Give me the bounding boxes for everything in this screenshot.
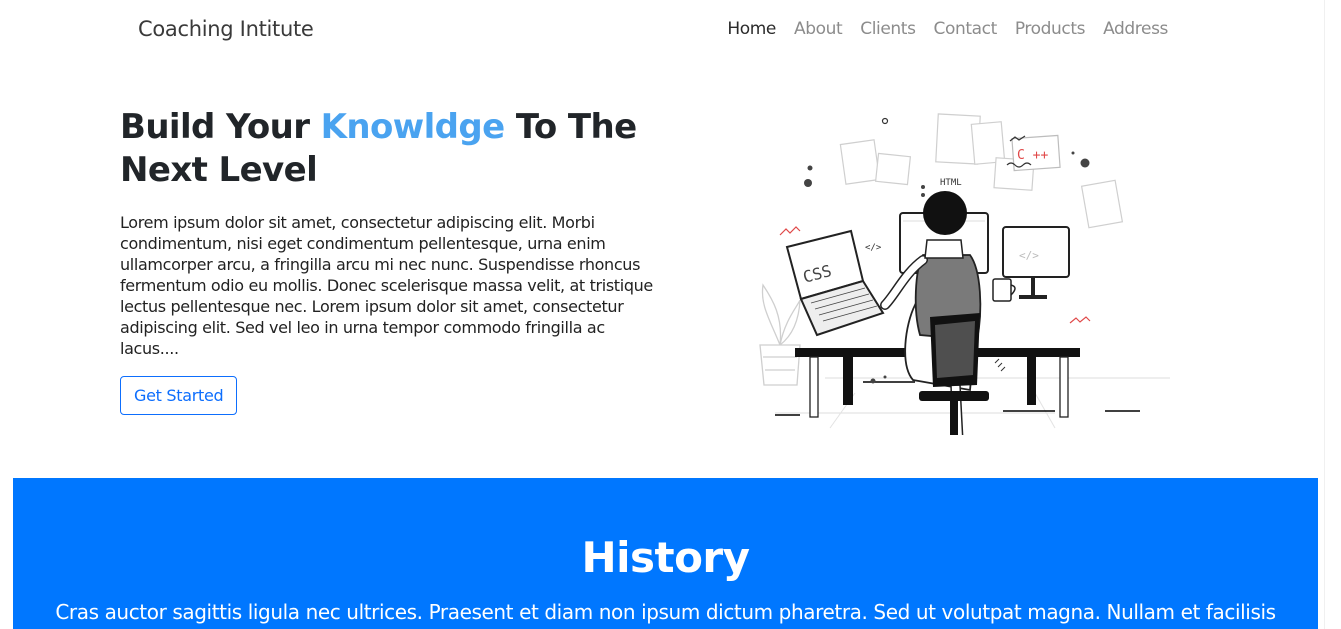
code-tag-label-alt: </>: [1019, 249, 1039, 262]
history-title: History: [581, 533, 750, 582]
hero-description: Lorem ipsum dolor sit amet, consectetur …: [120, 213, 653, 358]
brand-logo[interactable]: Coaching Intitute: [138, 17, 314, 41]
paper-notes: [839, 113, 1124, 229]
navbar: Coaching Intitute Home About Clients Con…: [0, 0, 1324, 60]
hero-title: Build Your Knowldge To The Next Level: [120, 106, 660, 192]
note-cpp-label: C ++: [1017, 148, 1048, 163]
history-text: Cras auctor sagittis ligula nec ultrices…: [55, 600, 1276, 624]
hero-title-part1: Build Your: [120, 107, 321, 147]
page-scrollbar[interactable]: [1324, 0, 1341, 629]
nav-link-products[interactable]: Products: [1015, 19, 1086, 39]
hero-section: Build Your Knowldge To The Next Level Lo…: [0, 60, 1324, 478]
hero-title-accent: Knowldge: [320, 107, 506, 147]
nav-link-contact[interactable]: Contact: [934, 19, 998, 39]
plant-icon: [759, 283, 801, 386]
code-tag-label: </>: [865, 243, 882, 253]
nav-link-address[interactable]: Address: [1103, 19, 1168, 39]
history-section: History Cras auctor sagittis ligula nec …: [13, 478, 1318, 629]
note-html-label: HTML: [940, 178, 962, 188]
nav-link-about[interactable]: About: [794, 19, 843, 39]
developer-illustration: HTML C ++ </> </> CSS: [759, 113, 1170, 435]
coffee-mug-icon: [992, 278, 1016, 302]
nav-link-home[interactable]: Home: [727, 19, 776, 39]
hero-text: Build Your Knowldge To The Next Level Lo…: [120, 106, 660, 415]
nav-links: Home About Clients Contact Products Addr…: [727, 19, 1168, 39]
monitor-right: </>: [1002, 226, 1070, 299]
get-started-button[interactable]: Get Started: [120, 376, 238, 415]
nav-link-clients[interactable]: Clients: [860, 19, 916, 39]
